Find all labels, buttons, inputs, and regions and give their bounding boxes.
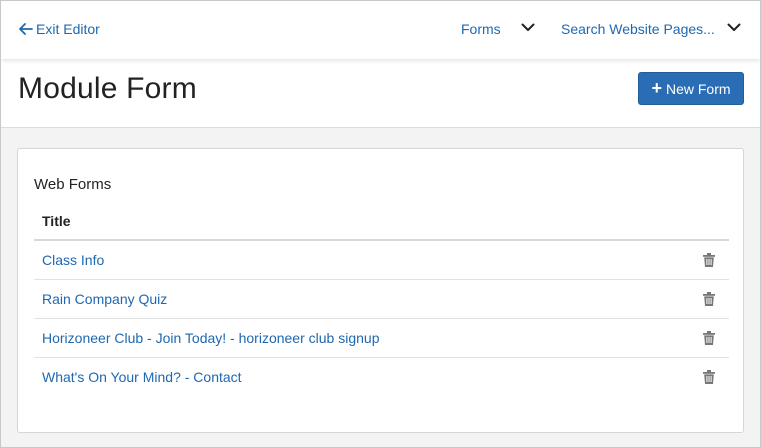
- forms-table: Title Class Info Rain Company Quiz Horiz…: [34, 204, 729, 397]
- form-link[interactable]: Horizoneer Club - Join Today! - horizone…: [42, 330, 379, 347]
- search-pages-dropdown[interactable]: Search Website Pages...: [561, 20, 715, 38]
- exit-editor-link[interactable]: Exit Editor: [19, 20, 100, 38]
- plus-icon: +: [651, 77, 662, 98]
- table-row: Rain Company Quiz: [34, 280, 729, 319]
- table-row: Class Info: [34, 241, 729, 280]
- top-navigation-bar: Exit Editor Forms Search Website Pages..…: [1, 1, 760, 59]
- card-title: Web Forms: [34, 176, 112, 193]
- trash-icon[interactable]: [703, 370, 715, 384]
- trash-icon[interactable]: [703, 292, 715, 306]
- app-window: Exit Editor Forms Search Website Pages..…: [0, 0, 761, 448]
- search-pages-label: Search Website Pages...: [561, 21, 715, 37]
- form-link[interactable]: Rain Company Quiz: [42, 291, 167, 308]
- table-row: What's On Your Mind? - Contact: [34, 358, 729, 397]
- page-header: Module Form + New Form: [1, 59, 760, 128]
- exit-editor-label: Exit Editor: [36, 21, 100, 37]
- column-header-title[interactable]: Title: [34, 204, 729, 241]
- arrow-left-icon: [19, 23, 33, 35]
- new-form-label: New Form: [665, 80, 731, 97]
- trash-icon[interactable]: [703, 253, 715, 267]
- forms-dropdown[interactable]: Forms: [461, 20, 501, 38]
- form-link[interactable]: Class Info: [42, 252, 104, 269]
- forms-dropdown-label: Forms: [461, 21, 501, 37]
- table-row: Horizoneer Club - Join Today! - horizone…: [34, 319, 729, 358]
- new-form-button[interactable]: + New Form: [638, 72, 744, 105]
- chevron-down-icon[interactable]: [521, 23, 535, 32]
- page-title: Module Form: [18, 72, 197, 105]
- form-link[interactable]: What's On Your Mind? - Contact: [42, 369, 242, 386]
- trash-icon[interactable]: [703, 331, 715, 345]
- web-forms-card: Web Forms Title Class Info Rain Company …: [17, 148, 744, 433]
- chevron-down-icon[interactable]: [727, 23, 741, 32]
